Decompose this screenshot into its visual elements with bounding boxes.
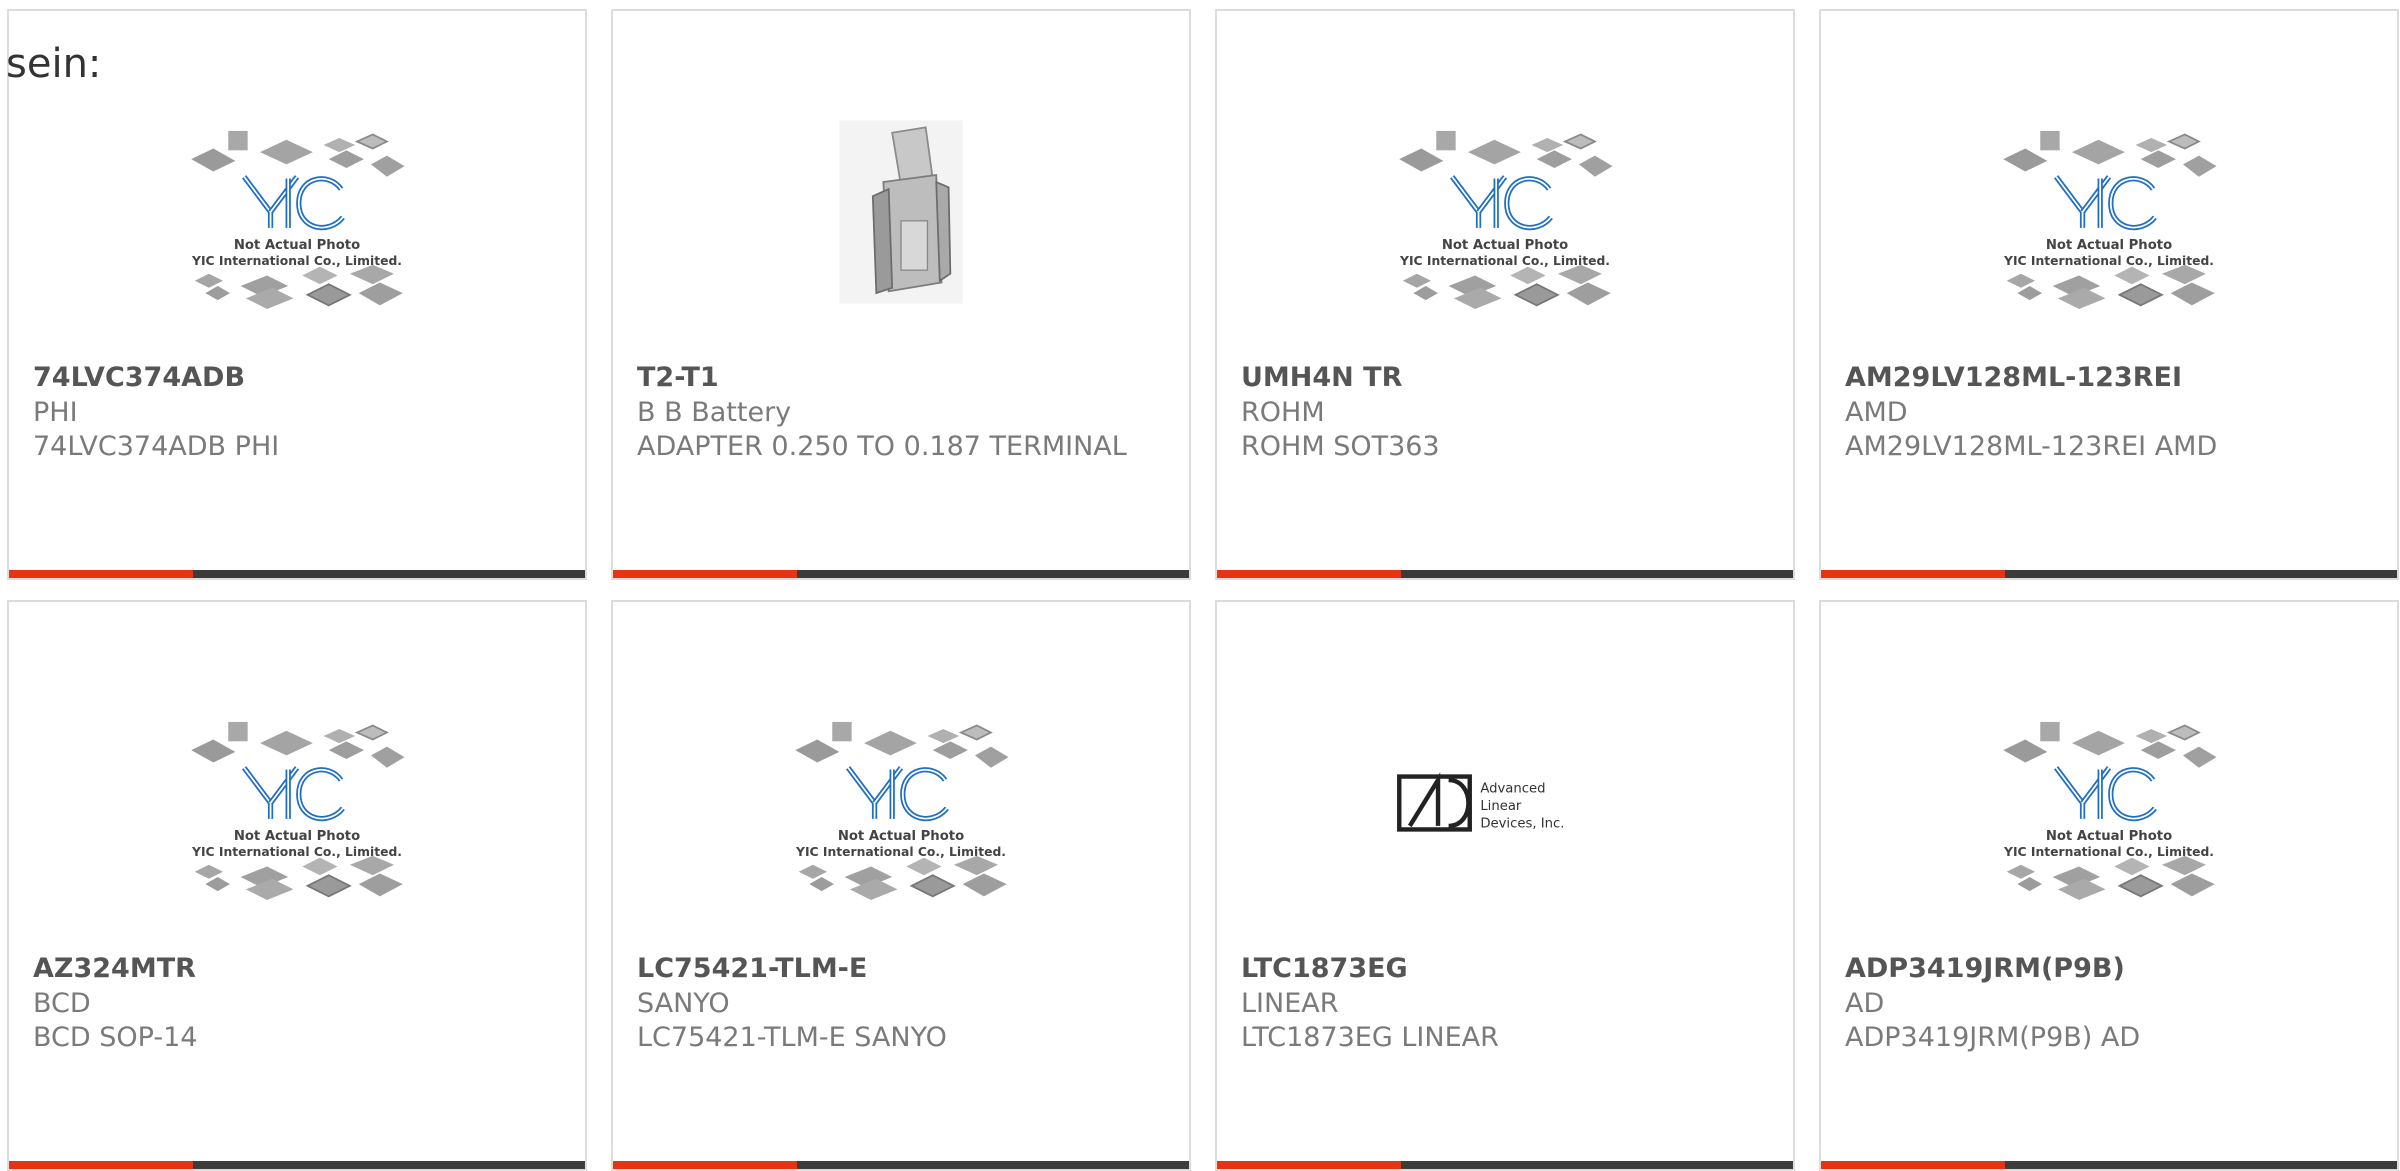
card-progress-fill — [9, 570, 194, 578]
card-progress-bar — [1821, 1161, 2397, 1169]
card-progress-fill — [613, 570, 798, 578]
product-image[interactable]: Not Actual Photo YIC International Co., … — [1364, 71, 1646, 353]
product-card[interactable]: Not Actual Photo YIC International Co., … — [1819, 600, 2399, 1171]
product-card[interactable]: Not Actual Photo YIC International Co., … — [1215, 9, 1795, 580]
card-progress-bar — [613, 570, 1189, 578]
page-lead-text: sein: — [6, 41, 102, 87]
svg-text:YIC International Co., Limited: YIC International Co., Limited. — [191, 845, 402, 859]
product-image[interactable]: Not Actual Photo YIC International Co., … — [760, 662, 1042, 944]
product-image[interactable] — [760, 71, 1042, 353]
card-progress-bar — [9, 570, 585, 578]
product-card[interactable]: Advanced Linear Devices, Inc. LTC1873EG … — [1215, 600, 1795, 1171]
yic-placeholder-image: Not Actual Photo YIC International Co., … — [190, 130, 406, 310]
product-description: LTC1873EG LINEAR — [1241, 1022, 1499, 1053]
product-image[interactable]: Advanced Linear Devices, Inc. — [1364, 662, 1646, 944]
card-progress-fill — [613, 1161, 798, 1169]
yic-placeholder-image: Not Actual Photo YIC International Co., … — [2002, 130, 2218, 310]
card-progress-fill — [9, 1161, 194, 1169]
card-progress-bar — [9, 1161, 585, 1169]
product-brand: SANYO — [637, 988, 730, 1019]
svg-text:YIC International Co., Limited: YIC International Co., Limited. — [191, 254, 402, 268]
product-brand: AMD — [1845, 397, 1908, 428]
advanced-linear-devices-logo: Advanced Linear Devices, Inc. — [1397, 772, 1564, 832]
card-progress-bar — [1217, 570, 1793, 578]
product-image[interactable]: Not Actual Photo YIC International Co., … — [156, 662, 438, 944]
product-description: ROHM SOT363 — [1241, 431, 1440, 462]
card-progress-bar — [1217, 1161, 1793, 1169]
yic-logo — [846, 766, 949, 822]
product-image[interactable]: Not Actual Photo YIC International Co., … — [1968, 662, 2250, 944]
yic-logo — [1450, 175, 1553, 231]
product-image[interactable]: Not Actual Photo YIC International Co., … — [1968, 71, 2250, 353]
product-brand: BCD — [33, 988, 91, 1019]
yic-placeholder-image: Not Actual Photo YIC International Co., … — [1398, 130, 1614, 310]
product-part-number[interactable]: AM29LV128ML-123REI — [1845, 361, 2182, 395]
svg-text:YIC International Co., Limited: YIC International Co., Limited. — [1399, 254, 1610, 268]
svg-text:Linear: Linear — [1480, 799, 1522, 814]
yic-placeholder-image: Not Actual Photo YIC International Co., … — [190, 721, 406, 901]
product-description: 74LVC374ADB PHI — [33, 431, 280, 462]
svg-text:YIC International Co., Limited: YIC International Co., Limited. — [2003, 845, 2214, 859]
product-description: LC75421-TLM-E SANYO — [637, 1022, 947, 1053]
svg-text:YIC International Co., Limited: YIC International Co., Limited. — [2003, 254, 2214, 268]
product-description: ADAPTER 0.250 TO 0.187 TERMINAL — [637, 431, 1127, 462]
product-brand: LINEAR — [1241, 988, 1339, 1019]
product-brand: AD — [1845, 988, 1885, 1019]
product-brand: B B Battery — [637, 397, 792, 428]
product-card[interactable]: Not Actual Photo YIC International Co., … — [611, 600, 1191, 1171]
svg-text:Not Actual Photo: Not Actual Photo — [234, 238, 360, 253]
terminal-adapter-photo — [839, 120, 963, 304]
product-part-number[interactable]: AZ324MTR — [33, 952, 196, 986]
product-brand: PHI — [33, 397, 78, 428]
yic-logo — [242, 766, 345, 822]
card-progress-fill — [1217, 570, 1402, 578]
product-card[interactable]: Not Actual Photo YIC International Co., … — [7, 600, 587, 1171]
svg-text:YIC International Co., Limited: YIC International Co., Limited. — [795, 845, 1006, 859]
svg-text:Not Actual Photo: Not Actual Photo — [234, 829, 360, 844]
svg-text:Not Actual Photo: Not Actual Photo — [2046, 238, 2172, 253]
yic-logo — [2054, 175, 2157, 231]
yic-logo — [242, 175, 345, 231]
card-progress-fill — [1821, 570, 2006, 578]
product-card[interactable]: Not Actual Photo YIC International Co., … — [7, 9, 587, 580]
svg-text:Not Actual Photo: Not Actual Photo — [1442, 238, 1568, 253]
product-part-number[interactable]: UMH4N TR — [1241, 361, 1402, 395]
card-progress-fill — [1217, 1161, 1402, 1169]
product-part-number[interactable]: LC75421-TLM-E — [637, 952, 867, 986]
product-description: ADP3419JRM(P9B) AD — [1845, 1022, 2141, 1053]
product-card[interactable]: Not Actual Photo YIC International Co., … — [1819, 9, 2399, 580]
product-description: BCD SOP-14 — [33, 1022, 198, 1053]
svg-text:Advanced: Advanced — [1480, 781, 1545, 796]
product-part-number[interactable]: ADP3419JRM(P9B) — [1845, 952, 2125, 986]
product-description: AM29LV128ML-123REI AMD — [1845, 431, 2218, 462]
card-progress-bar — [1821, 570, 2397, 578]
product-card[interactable]: T2-T1 B B Battery ADAPTER 0.250 TO 0.187… — [611, 9, 1191, 580]
card-progress-bar — [613, 1161, 1189, 1169]
svg-text:Not Actual Photo: Not Actual Photo — [2046, 829, 2172, 844]
yic-placeholder-image: Not Actual Photo YIC International Co., … — [794, 721, 1010, 901]
product-part-number[interactable]: LTC1873EG — [1241, 952, 1408, 986]
card-progress-fill — [1821, 1161, 2006, 1169]
product-part-number[interactable]: T2-T1 — [637, 361, 719, 395]
yic-placeholder-image: Not Actual Photo YIC International Co., … — [2002, 721, 2218, 901]
product-part-number[interactable]: 74LVC374ADB — [33, 361, 245, 395]
svg-text:Devices, Inc.: Devices, Inc. — [1480, 817, 1564, 832]
yic-logo — [2054, 766, 2157, 822]
product-brand: ROHM — [1241, 397, 1325, 428]
product-image[interactable]: Not Actual Photo YIC International Co., … — [156, 71, 438, 353]
svg-text:Not Actual Photo: Not Actual Photo — [838, 829, 964, 844]
